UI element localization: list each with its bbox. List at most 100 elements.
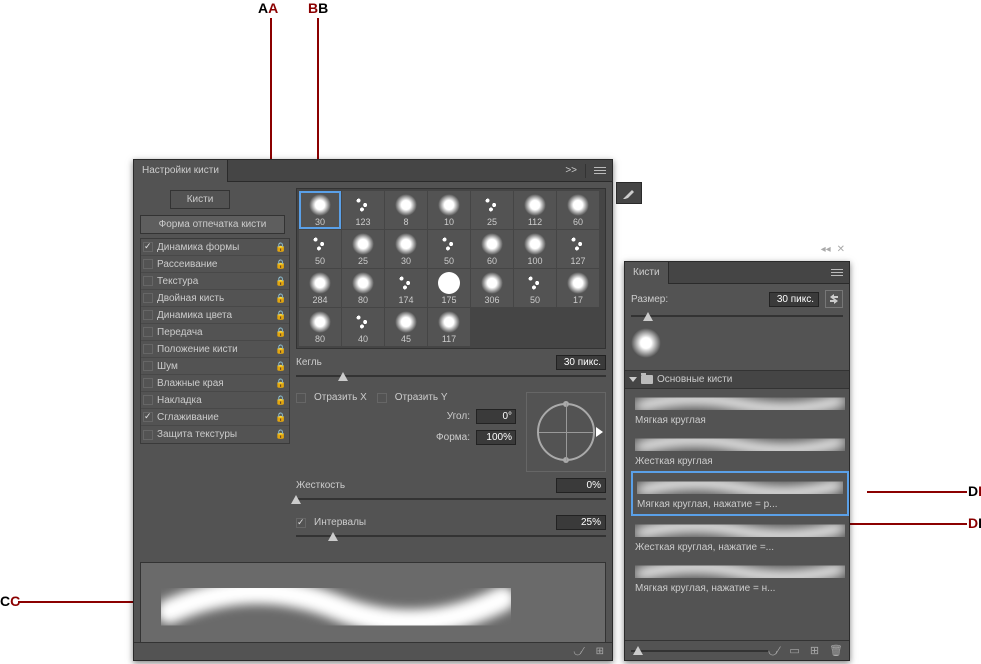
brush-tip-thumb[interactable]: 50 <box>299 230 341 268</box>
brushes-button[interactable]: Кисти <box>170 190 230 209</box>
rp-size-value[interactable]: 30 пикс. <box>769 292 819 307</box>
brush-tip-thumb[interactable]: 50 <box>428 230 470 268</box>
preset-item[interactable]: Жесткая круглая <box>631 430 849 471</box>
hardness-value[interactable]: 0% <box>556 478 606 493</box>
new-preset-icon[interactable]: ⊞ <box>596 646 604 657</box>
panel-tab[interactable]: Настройки кисти <box>134 160 228 182</box>
preset-item[interactable]: Мягкая круглая, нажатие = р... <box>631 471 849 516</box>
lock-icon[interactable]: 🔒 <box>275 395 287 406</box>
brush-tip-thumb[interactable]: 17 <box>557 269 599 307</box>
brushes-menu-icon[interactable] <box>831 267 843 278</box>
brush-tip-thumb[interactable]: 80 <box>299 308 341 346</box>
new-brush-icon[interactable]: ⊞ <box>810 644 819 657</box>
checkbox[interactable] <box>143 430 153 440</box>
lock-icon[interactable]: 🔒 <box>275 276 287 287</box>
brush-tip-thumb[interactable]: 112 <box>514 191 556 229</box>
brush-tip-thumb[interactable]: 50 <box>514 269 556 307</box>
brush-tip-thumb[interactable]: 80 <box>342 269 384 307</box>
toggle-preview-icon[interactable]: ◡⁄ <box>768 644 779 657</box>
option-row[interactable]: Двойная кисть 🔒 <box>141 290 289 307</box>
lock-icon[interactable]: 🔒 <box>275 259 287 270</box>
checkbox[interactable] <box>143 242 153 252</box>
brush-tip-thumb[interactable]: 127 <box>557 230 599 268</box>
option-row[interactable]: Шум 🔒 <box>141 358 289 375</box>
brush-tip-thumb[interactable]: 284 <box>299 269 341 307</box>
checkbox[interactable] <box>143 310 153 320</box>
lock-icon[interactable]: 🔒 <box>275 429 287 440</box>
brush-tip-thumb[interactable]: 45 <box>385 308 427 346</box>
option-row[interactable]: Защита текстуры 🔒 <box>141 426 289 443</box>
spacing-checkbox[interactable]: Интервалы <box>296 517 366 528</box>
lock-icon[interactable]: 🔒 <box>275 361 287 372</box>
panel-menu-icon[interactable] <box>594 165 606 176</box>
preset-item[interactable]: Мягкая круглая <box>631 389 849 430</box>
checkbox[interactable] <box>143 293 153 303</box>
preset-item[interactable]: Жесткая круглая, нажатие =... <box>631 516 849 557</box>
brush-tip-shape-button[interactable]: Форма отпечатка кисти <box>140 215 285 234</box>
lock-icon[interactable]: 🔒 <box>275 412 287 423</box>
checkbox[interactable] <box>143 344 153 354</box>
close-icon[interactable]: ✕ <box>837 244 845 255</box>
toggle-preview-icon[interactable]: ◡⁄ <box>573 646 583 657</box>
brushes-tab[interactable]: Кисти <box>625 262 669 284</box>
brush-tip-thumb[interactable]: 30 <box>385 230 427 268</box>
option-row[interactable]: Динамика формы 🔒 <box>141 239 289 256</box>
zoom-slider[interactable] <box>631 646 768 656</box>
brush-tip-thumb[interactable]: 60 <box>471 230 513 268</box>
lock-icon[interactable]: 🔒 <box>275 310 287 321</box>
size-value[interactable]: 30 пикс. <box>556 355 606 370</box>
thumb-label: 80 <box>315 334 325 344</box>
flip-orientation-icon[interactable] <box>825 290 843 308</box>
brush-tool-icon[interactable] <box>616 182 642 204</box>
preset-group-header[interactable]: Основные кисти <box>625 370 849 389</box>
option-row[interactable]: Накладка 🔒 <box>141 392 289 409</box>
roundness-input[interactable] <box>476 430 516 445</box>
brush-tip-thumb[interactable]: 175 <box>428 269 470 307</box>
size-slider[interactable] <box>296 372 606 386</box>
checkbox[interactable] <box>143 412 153 422</box>
hardness-slider[interactable] <box>296 495 606 509</box>
option-row[interactable]: Влажные края 🔒 <box>141 375 289 392</box>
brush-tip-thumb[interactable]: 60 <box>557 191 599 229</box>
brush-tip-thumb[interactable]: 306 <box>471 269 513 307</box>
option-row[interactable]: Текстура 🔒 <box>141 273 289 290</box>
checkbox[interactable] <box>143 327 153 337</box>
brush-tip-thumb[interactable]: 117 <box>428 308 470 346</box>
option-row[interactable]: Положение кисти 🔒 <box>141 341 289 358</box>
delete-icon[interactable]: 🗑 <box>829 644 843 657</box>
brush-tip-thumb[interactable]: 123 <box>342 191 384 229</box>
brush-tip-thumb[interactable]: 25 <box>471 191 513 229</box>
checkbox[interactable] <box>143 378 153 388</box>
checkbox[interactable] <box>143 259 153 269</box>
brush-tip-thumb[interactable]: 10 <box>428 191 470 229</box>
brush-tip-thumb[interactable]: 30 <box>299 191 341 229</box>
flip-x-checkbox[interactable]: Отразить X <box>296 392 367 403</box>
lock-icon[interactable]: 🔒 <box>275 293 287 304</box>
lock-icon[interactable]: 🔒 <box>275 378 287 389</box>
lock-icon[interactable]: 🔒 <box>275 344 287 355</box>
brush-tip-thumb[interactable]: 174 <box>385 269 427 307</box>
spacing-value[interactable]: 25% <box>556 515 606 530</box>
angle-control[interactable] <box>526 392 606 472</box>
checkbox[interactable] <box>143 276 153 286</box>
option-row[interactable]: Динамика цвета 🔒 <box>141 307 289 324</box>
checkbox[interactable] <box>143 395 153 405</box>
brush-tip-thumb[interactable]: 100 <box>514 230 556 268</box>
spacing-slider[interactable] <box>296 532 606 546</box>
collapse-button[interactable]: >> <box>565 165 577 176</box>
lock-icon[interactable]: 🔒 <box>275 242 287 253</box>
option-row[interactable]: Рассеивание 🔒 <box>141 256 289 273</box>
rp-size-slider[interactable] <box>631 312 843 322</box>
option-row[interactable]: Сглаживание 🔒 <box>141 409 289 426</box>
brush-tip-thumb[interactable]: 8 <box>385 191 427 229</box>
checkbox[interactable] <box>143 361 153 371</box>
flip-y-checkbox[interactable]: Отразить Y <box>377 392 448 403</box>
preset-item[interactable]: Мягкая круглая, нажатие = н... <box>631 557 849 598</box>
angle-input[interactable] <box>476 409 516 424</box>
option-row[interactable]: Передача 🔒 <box>141 324 289 341</box>
lock-icon[interactable]: 🔒 <box>275 327 287 338</box>
collapse-icon[interactable]: ◂◂ <box>821 244 831 255</box>
brush-tip-thumb[interactable]: 40 <box>342 308 384 346</box>
new-folder-icon[interactable]: ▭ <box>789 644 799 657</box>
brush-tip-thumb[interactable]: 25 <box>342 230 384 268</box>
